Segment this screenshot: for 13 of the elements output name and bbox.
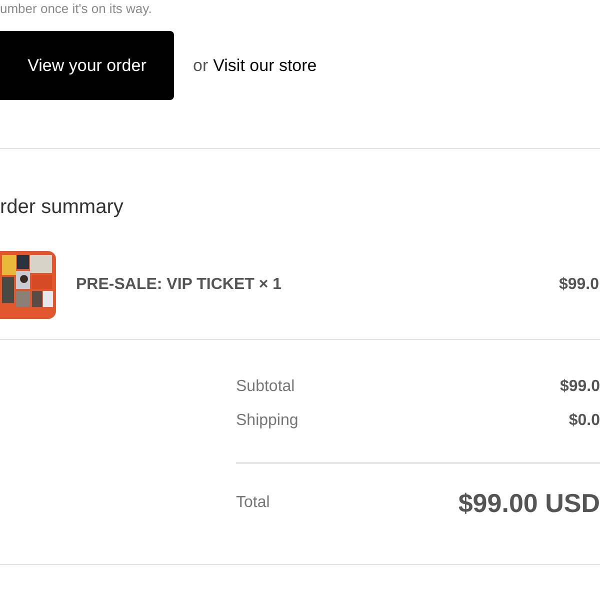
intro-text: umber once it's on its way. [0, 0, 153, 15]
summary-value: $99.0 [560, 377, 600, 397]
summary-label: Shipping [236, 411, 298, 431]
section-title: rder summary [0, 197, 124, 217]
product-price: $99.0 [558, 275, 600, 295]
separator-text: or [193, 54, 208, 77]
total-label: Total [236, 493, 270, 513]
product-name: PRE-SALE: VIP TICKET × 1 [76, 275, 282, 295]
summary-label: Subtotal [236, 377, 295, 397]
visit-store-link[interactable]: Visit our store [213, 52, 317, 78]
view-order-button[interactable]: View your order [0, 31, 174, 100]
summary-value: $0.0 [568, 411, 600, 431]
total-value: $99.00 USD [458, 486, 600, 520]
